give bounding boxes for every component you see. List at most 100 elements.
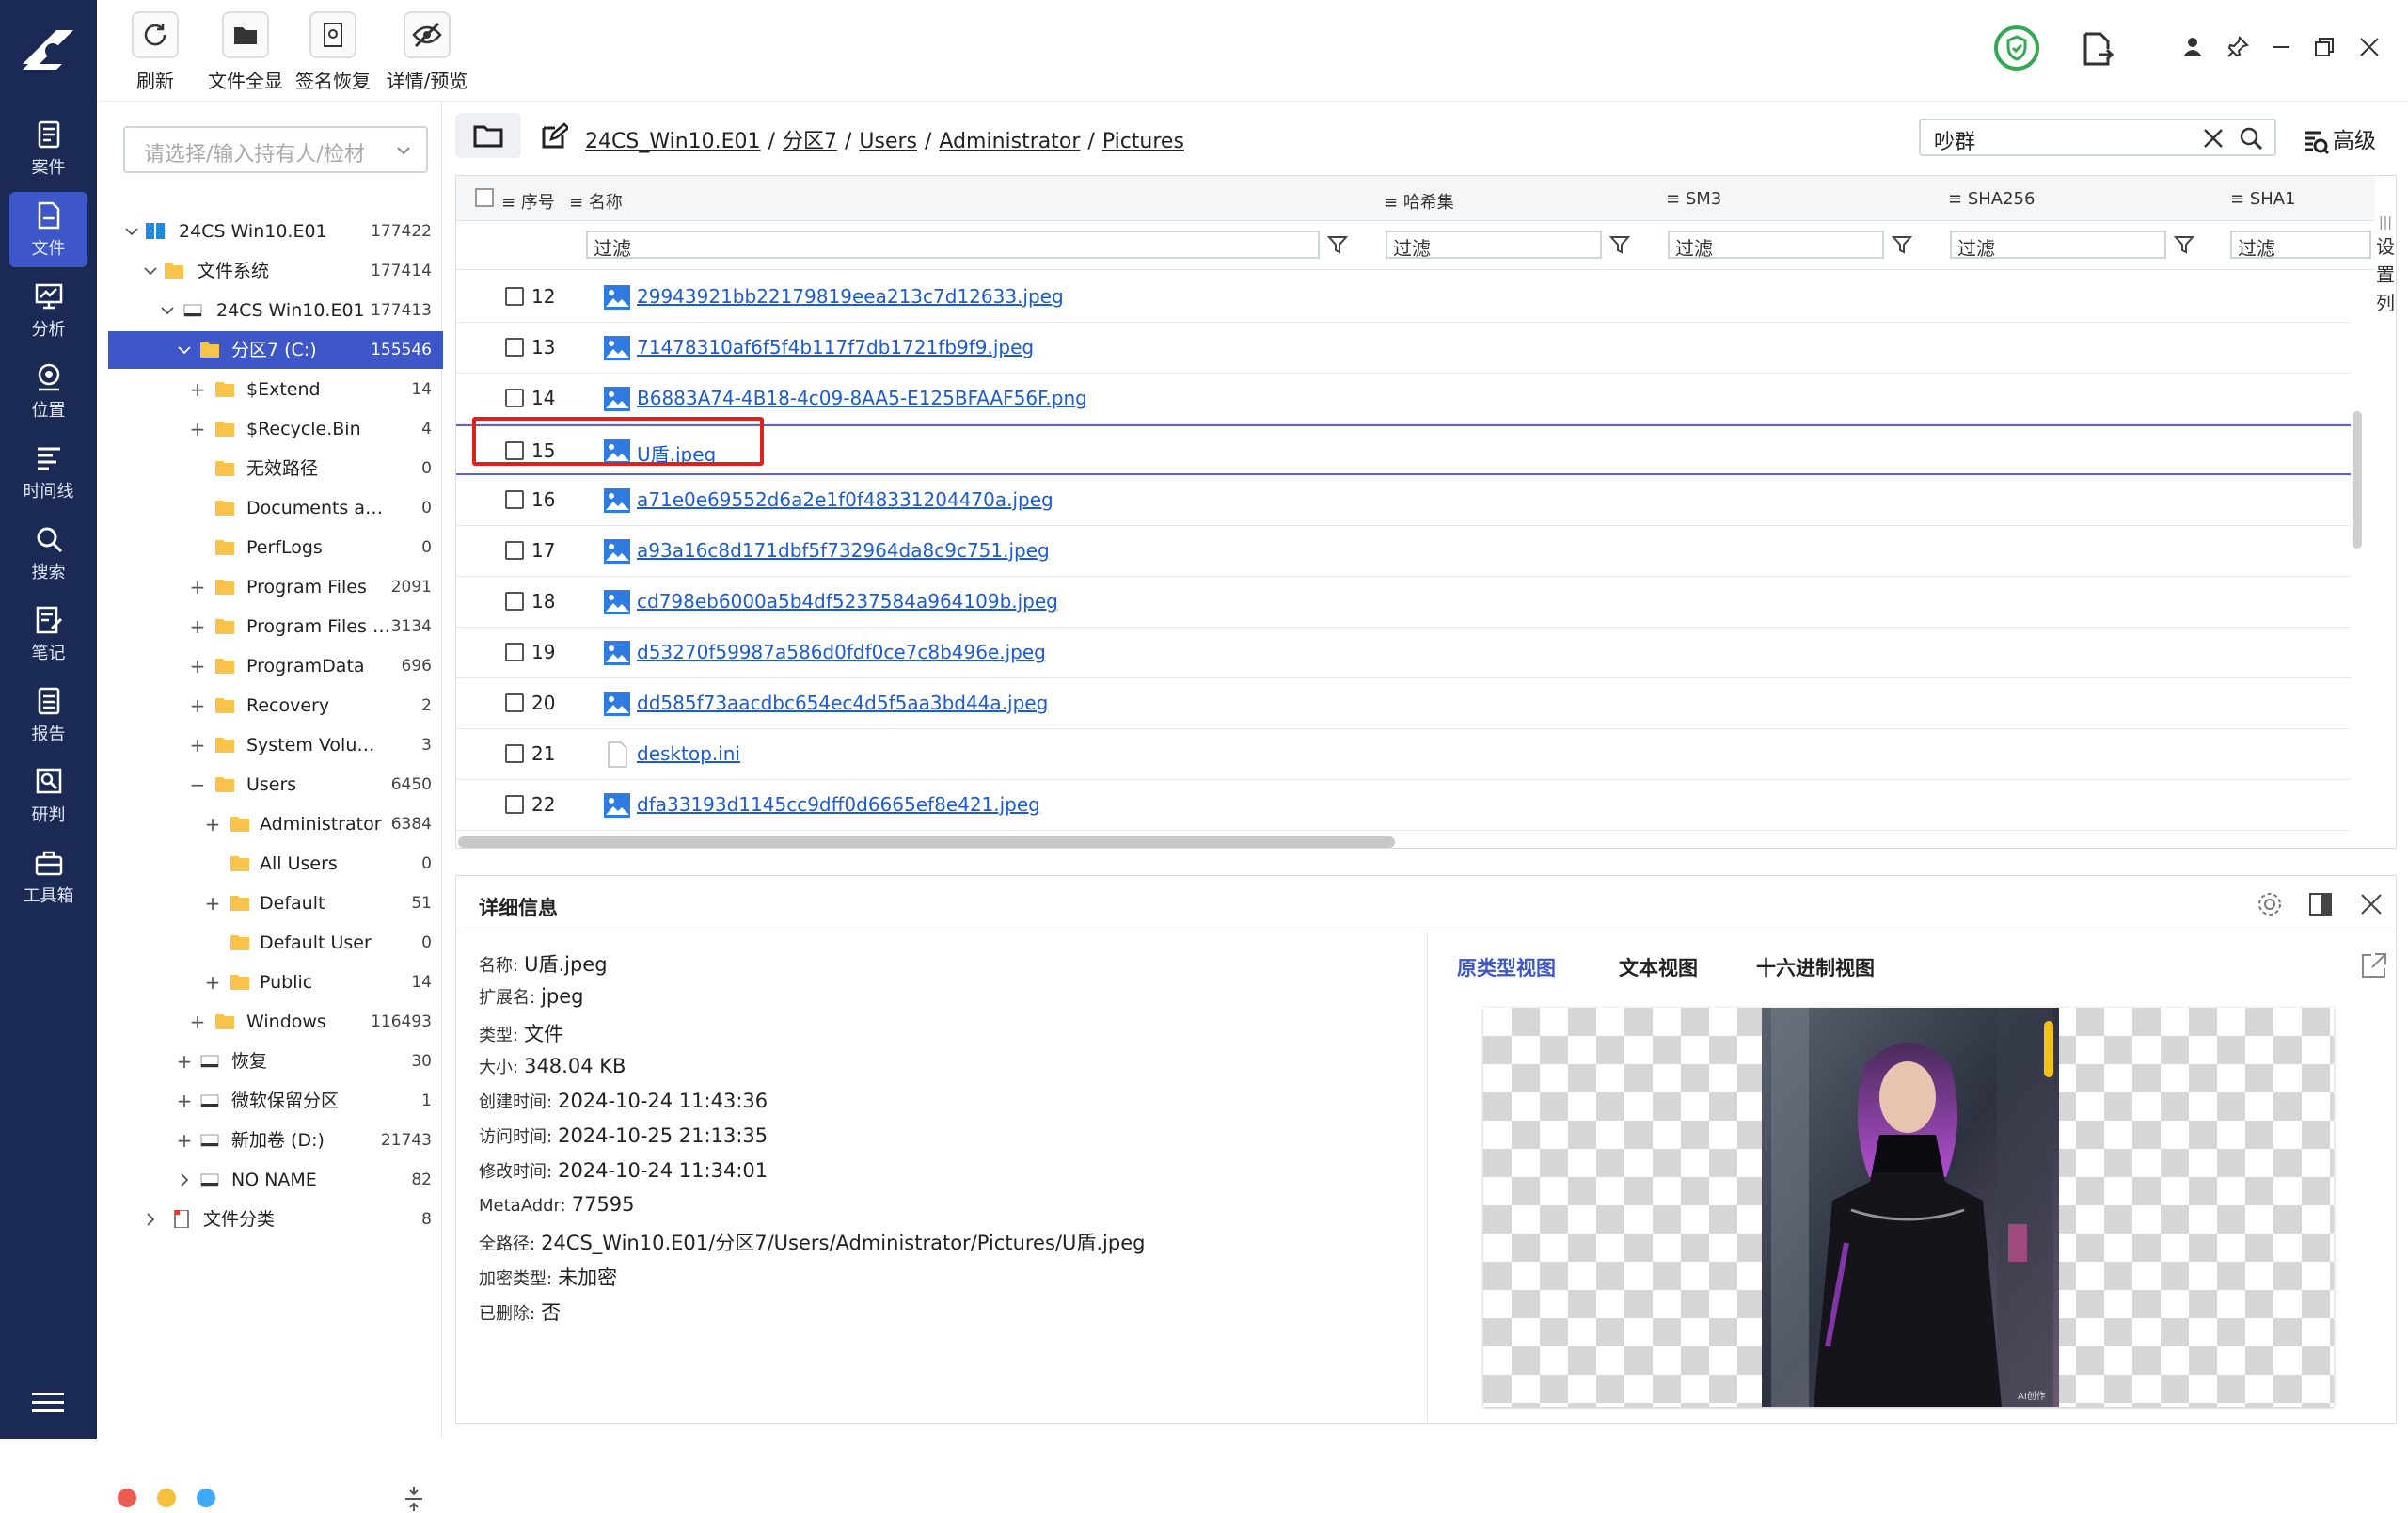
owner-select[interactable]: 请选择/输入持有人/检材 bbox=[123, 126, 428, 173]
file-name-link[interactable]: 29943921bb22179819eea213c7d12633.jpeg bbox=[637, 285, 1064, 308]
row-checkbox[interactable] bbox=[505, 643, 524, 661]
expand-toggle-icon[interactable]: + bbox=[190, 418, 206, 440]
breadcrumb-item[interactable]: 分区7 bbox=[783, 130, 837, 153]
vertical-scrollbar[interactable] bbox=[2353, 411, 2362, 549]
pin-icon[interactable] bbox=[2226, 36, 2249, 58]
select-all-checkbox[interactable] bbox=[475, 188, 494, 207]
tree-node[interactable]: 文件系统 177414 bbox=[108, 252, 443, 290]
red-dot[interactable] bbox=[118, 1489, 136, 1507]
file-name-link[interactable]: d53270f59987a586d0fdf0ce7c8b496e.jpeg bbox=[637, 641, 1046, 663]
table-row[interactable]: 12 29943921bb22179819eea213c7d12633.jpeg bbox=[456, 272, 2351, 323]
close-icon[interactable] bbox=[2358, 891, 2384, 917]
expand-toggle-icon[interactable]: + bbox=[190, 734, 206, 756]
tree-node[interactable]: + 新加卷 (D:) 21743 bbox=[108, 1122, 443, 1159]
col-no[interactable]: ≡ 序号 bbox=[501, 189, 555, 214]
yellow-dot[interactable] bbox=[157, 1489, 176, 1507]
tree-node[interactable]: Default User 0 bbox=[108, 924, 443, 962]
tree-node[interactable]: + $Recycle.Bin 4 bbox=[108, 410, 443, 448]
tree-node[interactable]: 24CS Win10.E01 177413 bbox=[108, 292, 443, 329]
row-checkbox[interactable] bbox=[505, 389, 524, 407]
tree-node[interactable]: + Program Files 2091 bbox=[108, 568, 443, 606]
filter-hashset-input[interactable]: 过滤 bbox=[1386, 231, 1602, 260]
expand-toggle-icon[interactable]: + bbox=[190, 576, 206, 598]
tab-text-view[interactable]: 文本视图 bbox=[1619, 953, 1698, 981]
row-checkbox[interactable] bbox=[505, 592, 524, 611]
file-name-link[interactable]: 71478310af6f5f4b117f7db1721fb9f9.jpeg bbox=[637, 336, 1034, 358]
breadcrumb-item[interactable]: Administrator bbox=[939, 130, 1080, 153]
tree-node[interactable]: + Program Files (... 3134 bbox=[108, 608, 443, 645]
open-external-icon[interactable] bbox=[2360, 951, 2388, 979]
blue-dot[interactable] bbox=[197, 1489, 215, 1507]
table-row[interactable]: 16 a71e0e69552d6a2e1f0f48331204470a.jpeg bbox=[456, 475, 2351, 526]
filter-icon[interactable] bbox=[2174, 234, 2194, 255]
expand-toggle-icon[interactable]: + bbox=[177, 1090, 193, 1112]
collapse-icon[interactable] bbox=[404, 1485, 424, 1513]
chevron-down-icon[interactable] bbox=[123, 223, 140, 240]
shield-check-icon[interactable] bbox=[1993, 24, 2040, 72]
tree-node[interactable]: + Default 51 bbox=[108, 884, 443, 922]
nav-item-notes[interactable]: 笔记 bbox=[9, 597, 87, 672]
advanced-search-button[interactable]: 高级 bbox=[2303, 122, 2376, 155]
expand-toggle-icon[interactable]: + bbox=[190, 1011, 206, 1033]
col-name[interactable]: ≡ 名称 bbox=[569, 189, 623, 214]
tree-node[interactable]: + 微软保留分区 1 bbox=[108, 1082, 443, 1120]
row-checkbox[interactable] bbox=[505, 490, 524, 509]
restore-icon[interactable] bbox=[2313, 36, 2336, 58]
refresh-button[interactable]: 刷新 bbox=[125, 11, 185, 93]
tree-node[interactable]: + System Volume In... 3 bbox=[108, 726, 443, 764]
col-sha1[interactable]: ≡ SHA1 bbox=[2230, 189, 2296, 209]
col-sm3[interactable]: ≡ SM3 bbox=[1666, 189, 1721, 209]
tree-node[interactable]: + Public 14 bbox=[108, 964, 443, 1001]
chevron-right-icon[interactable] bbox=[142, 1211, 159, 1228]
table-row[interactable]: 20 dd585f73aacdbc654ec4d5f5aa3bd44a.jpeg bbox=[456, 678, 2351, 729]
table-row[interactable]: 18 cd798eb6000a5b4df5237584a964109b.jpeg bbox=[456, 577, 2351, 628]
tree-node[interactable]: All Users 0 bbox=[108, 845, 443, 883]
chevron-down-icon[interactable] bbox=[142, 263, 159, 279]
table-row[interactable]: 13 71478310af6f5f4b117f7db1721fb9f9.jpeg bbox=[456, 323, 2351, 374]
expand-toggle-icon[interactable]: + bbox=[205, 813, 221, 836]
expand-toggle-icon[interactable]: + bbox=[190, 615, 206, 638]
signature-recover-button[interactable]: 签名恢复 bbox=[291, 11, 375, 93]
file-name-link[interactable]: cd798eb6000a5b4df5237584a964109b.jpeg bbox=[637, 590, 1058, 613]
clear-search-icon[interactable] bbox=[2203, 128, 2224, 149]
filter-sm3-input[interactable]: 过滤 bbox=[1668, 231, 1884, 260]
filter-name-input[interactable]: 过滤 bbox=[586, 231, 1320, 260]
filter-icon[interactable] bbox=[1327, 234, 1348, 255]
breadcrumb-item[interactable]: Users bbox=[859, 130, 917, 153]
file-name-link[interactable]: B6883A74-4B18-4c09-8AA5-E125BFAAF56F.png bbox=[637, 387, 1087, 409]
tree-node[interactable]: Documents and S... 0 bbox=[108, 489, 443, 527]
tree-node[interactable]: + Windows 116493 bbox=[108, 1003, 443, 1041]
horizontal-scrollbar[interactable] bbox=[458, 836, 1395, 848]
expand-toggle-icon[interactable]: − bbox=[190, 773, 206, 796]
row-checkbox[interactable] bbox=[505, 744, 524, 763]
tree-node[interactable]: 无效路径 0 bbox=[108, 450, 443, 487]
export-file-icon[interactable] bbox=[2082, 32, 2114, 66]
nav-item-analysis[interactable]: 分析 bbox=[9, 273, 87, 348]
nav-item-case[interactable]: 案件 bbox=[9, 111, 87, 186]
row-checkbox[interactable] bbox=[505, 287, 524, 306]
tree-node[interactable]: PerfLogs 0 bbox=[108, 529, 443, 566]
table-row[interactable]: 22 dfa33193d1145cc9dff0d6665ef8e421.jpeg bbox=[456, 780, 2351, 831]
nav-item-location[interactable]: 位置 bbox=[9, 354, 87, 429]
tree-node[interactable]: + $Extend 14 bbox=[108, 371, 443, 408]
file-name-link[interactable]: dd585f73aacdbc654ec4d5f5aa3bd44a.jpeg bbox=[637, 692, 1048, 714]
filter-icon[interactable] bbox=[1892, 234, 1912, 255]
nav-item-timeline[interactable]: 时间线 bbox=[9, 435, 87, 510]
folder-view-button[interactable] bbox=[455, 113, 521, 158]
nav-item-judge[interactable]: 研判 bbox=[9, 758, 87, 834]
file-name-link[interactable]: dfa33193d1145cc9dff0d6665ef8e421.jpeg bbox=[637, 793, 1040, 816]
table-row[interactable]: 19 d53270f59987a586d0fdf0ce7c8b496e.jpeg bbox=[456, 628, 2351, 678]
col-hashset[interactable]: ≡ 哈希集 bbox=[1384, 189, 1454, 214]
search-box[interactable]: 吵群 bbox=[1919, 119, 2276, 156]
tab-hex-view[interactable]: 十六进制视图 bbox=[1756, 953, 1875, 981]
tree-node[interactable]: 分区7 (C:) 155546 bbox=[108, 331, 443, 369]
chevron-down-icon[interactable] bbox=[159, 302, 176, 319]
close-window-icon[interactable] bbox=[2358, 36, 2381, 58]
panel-layout-icon[interactable] bbox=[2307, 891, 2334, 917]
tree-node[interactable]: 24CS Win10.E01 177422 bbox=[108, 213, 443, 250]
minimize-icon[interactable] bbox=[2270, 36, 2292, 58]
expand-toggle-icon[interactable]: + bbox=[190, 378, 206, 401]
nav-item-file[interactable]: 文件 bbox=[9, 192, 87, 267]
filter-icon[interactable] bbox=[1609, 234, 1630, 255]
nav-item-report[interactable]: 报告 bbox=[9, 677, 87, 753]
